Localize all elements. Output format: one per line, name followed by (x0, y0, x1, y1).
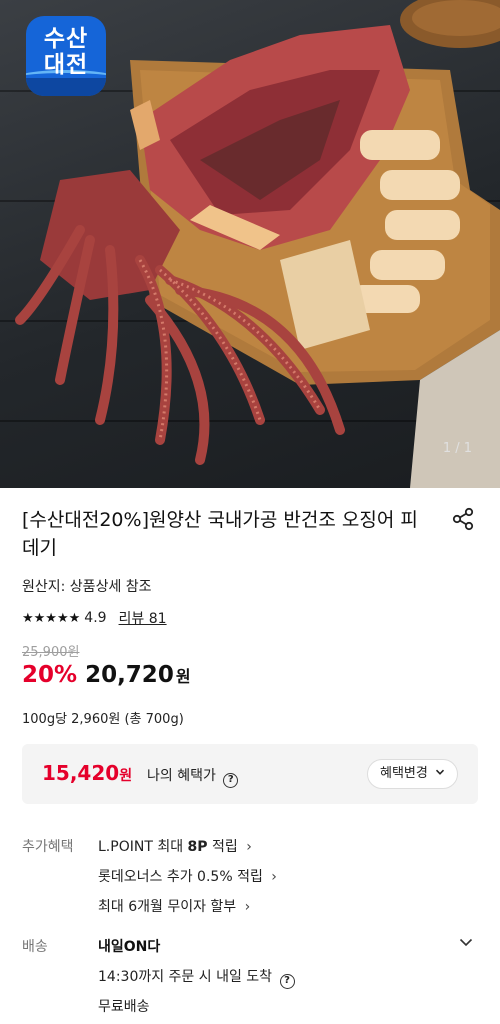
benefit-change-button[interactable]: 혜택변경 (367, 759, 458, 789)
shipping-fee: 무료배송 (98, 999, 150, 1015)
lpoint-benefit-suffix: 적립 (207, 839, 238, 855)
lpoint-benefit-points: 8P (187, 839, 208, 855)
extra-benefit-label: 추가혜택 (22, 839, 74, 855)
brand-logo-line2: 대전 (43, 52, 89, 78)
sale-price-unit: 원 (175, 667, 191, 686)
shipping-label: 배송 (22, 939, 48, 955)
shipping-expand-button[interactable] (458, 934, 474, 950)
rating-row: ★★★★★ 4.9 리뷰 81 (22, 608, 167, 628)
installment-benefit-text: 최대 6개월 무이자 할부 (98, 899, 237, 915)
benefit-price: 15,420원 (42, 761, 132, 785)
lotte-owners-benefit-text: 롯데오너스 추가 0.5% 적립 (98, 869, 263, 885)
chevron-right-icon: › (246, 839, 252, 855)
chevron-down-icon (459, 938, 473, 947)
discount-rate: 20% (22, 662, 78, 688)
benefit-change-label: 혜택변경 (380, 766, 428, 781)
chevron-down-icon (435, 769, 445, 775)
installment-benefit-link[interactable]: 최대 6개월 무이자 할부 › (98, 896, 250, 916)
review-link[interactable]: 리뷰 81 (119, 608, 167, 628)
benefit-price-value: 15,420 (42, 761, 120, 785)
share-button[interactable] (450, 506, 476, 532)
chevron-right-icon: › (271, 869, 277, 885)
origin-info: 원산지: 상품상세 참조 (22, 579, 152, 595)
benefit-label: 나의 혜택가 ? (147, 765, 239, 788)
star-rating-icon: ★★★★★ (22, 610, 81, 626)
price-row: 20% 20,720 원 (22, 662, 191, 688)
benefit-label-text: 나의 혜택가 (147, 768, 216, 784)
unit-price: 100g당 2,960원 (총 700g) (22, 712, 184, 727)
rating-value: 4.9 (84, 610, 107, 626)
brand-logo: 수산 대전 (26, 16, 106, 96)
lotte-owners-benefit-link[interactable]: 롯데오너스 추가 0.5% 적립 › (98, 866, 277, 886)
chevron-right-icon: › (244, 899, 251, 915)
product-image[interactable]: 수산 대전 1 / 1 (0, 0, 500, 488)
image-counter: 1 / 1 (442, 441, 472, 456)
benefit-price-box: 15,420원 나의 혜택가 ? 혜택변경 (22, 744, 478, 804)
help-icon[interactable]: ? (223, 773, 239, 788)
shipping-arrival-text: 14:30까지 주문 시 내일 도착 (98, 969, 273, 985)
brand-logo-line1: 수산 (43, 26, 89, 52)
product-title: [수산대전20%]원양산 국내가공 반건조 오징어 피데기 (22, 509, 418, 559)
help-icon[interactable]: ? (279, 974, 295, 989)
shipping-arrival: 14:30까지 주문 시 내일 도착 ? (98, 966, 295, 989)
benefit-price-unit: 원 (119, 768, 133, 784)
share-icon (452, 507, 474, 531)
sale-price: 20,720 (85, 662, 174, 688)
original-price: 25,900원 (22, 645, 80, 660)
lpoint-benefit-link[interactable]: L.POINT 최대 8P 적립 › (98, 836, 252, 856)
lpoint-benefit-prefix: L.POINT 최대 (98, 839, 188, 855)
shipping-type: 내일ON다 (98, 939, 161, 955)
